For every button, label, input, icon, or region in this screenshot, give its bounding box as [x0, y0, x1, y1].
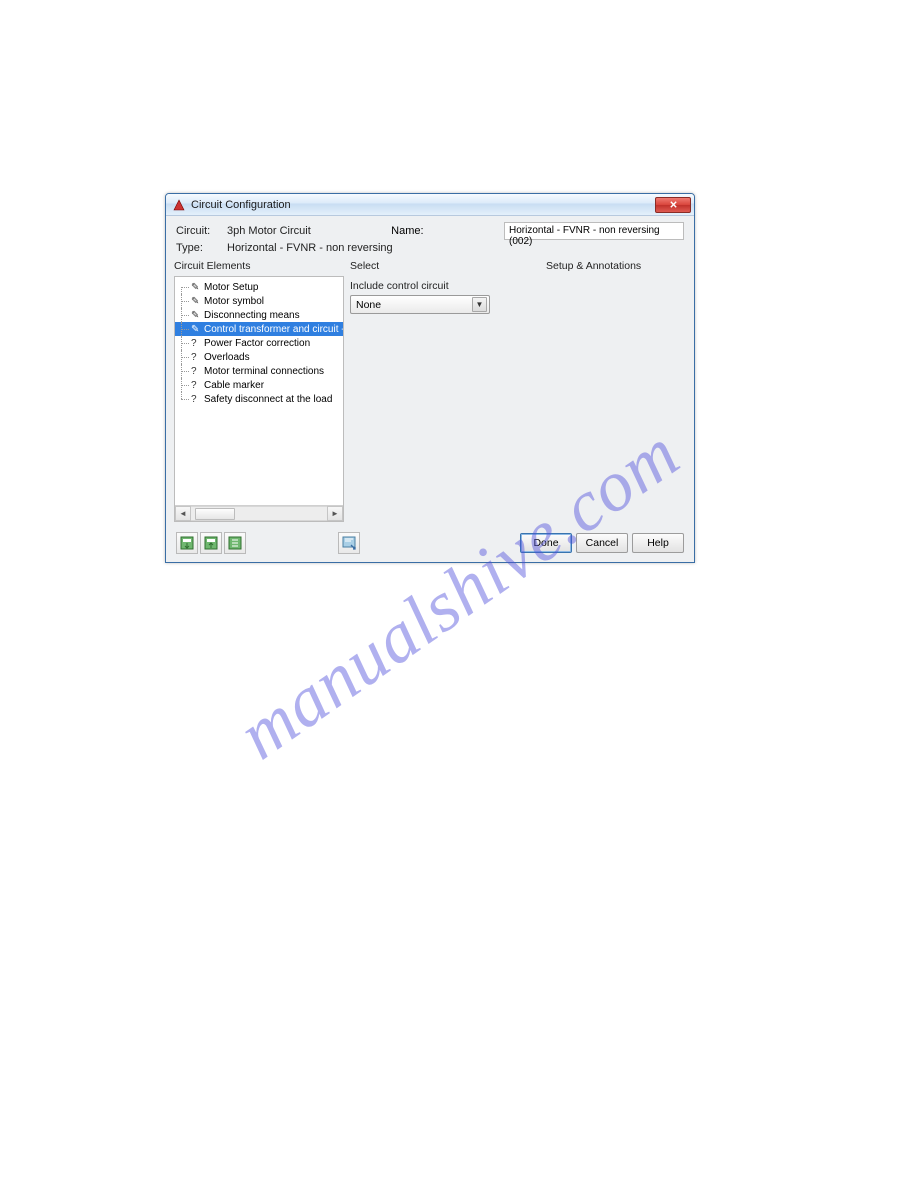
tree-item[interactable]: ? Power Factor correction — [175, 336, 343, 350]
circuit-elements-label: Circuit Elements — [174, 260, 344, 272]
question-icon: ? — [191, 366, 201, 377]
tree-item[interactable]: ? Motor terminal connections — [175, 364, 343, 378]
tree-item[interactable]: ? Cable marker — [175, 378, 343, 392]
select-panel-label: Select — [350, 260, 540, 272]
scroll-track[interactable] — [191, 506, 327, 521]
titlebar: Circuit Configuration — [166, 194, 694, 216]
horizontal-scrollbar[interactable]: ◄ ► — [175, 505, 343, 521]
circuit-elements-tree: ✎ Motor Setup ✎ Motor symbol ✎ Disconnec… — [174, 276, 344, 522]
toolbar-icon-4[interactable] — [338, 532, 360, 554]
circuit-configuration-dialog: Circuit Configuration Circuit: 3ph Motor… — [165, 193, 695, 563]
tree-item[interactable]: ✎ Motor Setup — [175, 280, 343, 294]
cancel-button[interactable]: Cancel — [576, 533, 628, 553]
type-value: Horizontal - FVNR - non reversing — [227, 242, 393, 254]
tree-item-label: Control transformer and circuit - n — [204, 324, 343, 335]
tree-item-label: Safety disconnect at the load — [204, 394, 332, 405]
scroll-left-icon[interactable]: ◄ — [175, 506, 191, 521]
tree-item[interactable]: ✎ Disconnecting means — [175, 308, 343, 322]
dropdown-value: None — [356, 299, 472, 311]
scroll-right-icon[interactable]: ► — [327, 506, 343, 521]
tree-item-label: Motor terminal connections — [204, 366, 324, 377]
tree-item-label: Overloads — [204, 352, 250, 363]
close-button[interactable] — [655, 197, 691, 213]
app-icon — [172, 198, 186, 212]
tree-item-selected[interactable]: ✎ Control transformer and circuit - n — [175, 322, 343, 336]
tree-item-label: Motor Setup — [204, 282, 258, 293]
pencil-icon: ✎ — [191, 282, 201, 293]
name-label: Name: — [391, 225, 423, 237]
chevron-down-icon: ▼ — [472, 297, 487, 312]
circuit-value: 3ph Motor Circuit — [227, 225, 311, 237]
tree-item[interactable]: ? Overloads — [175, 350, 343, 364]
pencil-icon: ✎ — [191, 310, 201, 321]
done-button[interactable]: Done — [520, 533, 572, 553]
tree-item-label: Power Factor correction — [204, 338, 310, 349]
tree-item-label: Disconnecting means — [204, 310, 300, 321]
tree-item-label: Cable marker — [204, 380, 264, 391]
toolbar-icon-3[interactable] — [224, 532, 246, 554]
help-button[interactable]: Help — [632, 533, 684, 553]
include-control-circuit-dropdown[interactable]: None ▼ — [350, 295, 490, 314]
pencil-icon: ✎ — [191, 296, 201, 307]
include-control-circuit-label: Include control circuit — [350, 280, 540, 292]
question-icon: ? — [191, 394, 201, 405]
toolbar-icon-2[interactable] — [200, 532, 222, 554]
tree-item[interactable]: ✎ Motor symbol — [175, 294, 343, 308]
header-row-2: Type: Horizontal - FVNR - non reversing — [166, 242, 694, 256]
annotations-panel-label: Setup & Annotations — [546, 260, 686, 272]
header-row-1: Circuit: 3ph Motor Circuit Name: Horizon… — [166, 216, 694, 242]
tree-item-label: Motor symbol — [204, 296, 264, 307]
name-input[interactable]: Horizontal - FVNR - non reversing (002) — [504, 222, 684, 240]
scroll-thumb[interactable] — [195, 508, 235, 520]
type-label: Type: — [176, 242, 221, 254]
window-title: Circuit Configuration — [191, 199, 655, 211]
question-icon: ? — [191, 338, 201, 349]
question-icon: ? — [191, 380, 201, 391]
tree-item[interactable]: ? Safety disconnect at the load — [175, 392, 343, 406]
circuit-label: Circuit: — [176, 225, 221, 237]
question-icon: ? — [191, 352, 201, 363]
pencil-icon: ✎ — [191, 324, 201, 335]
toolbar-icon-1[interactable] — [176, 532, 198, 554]
